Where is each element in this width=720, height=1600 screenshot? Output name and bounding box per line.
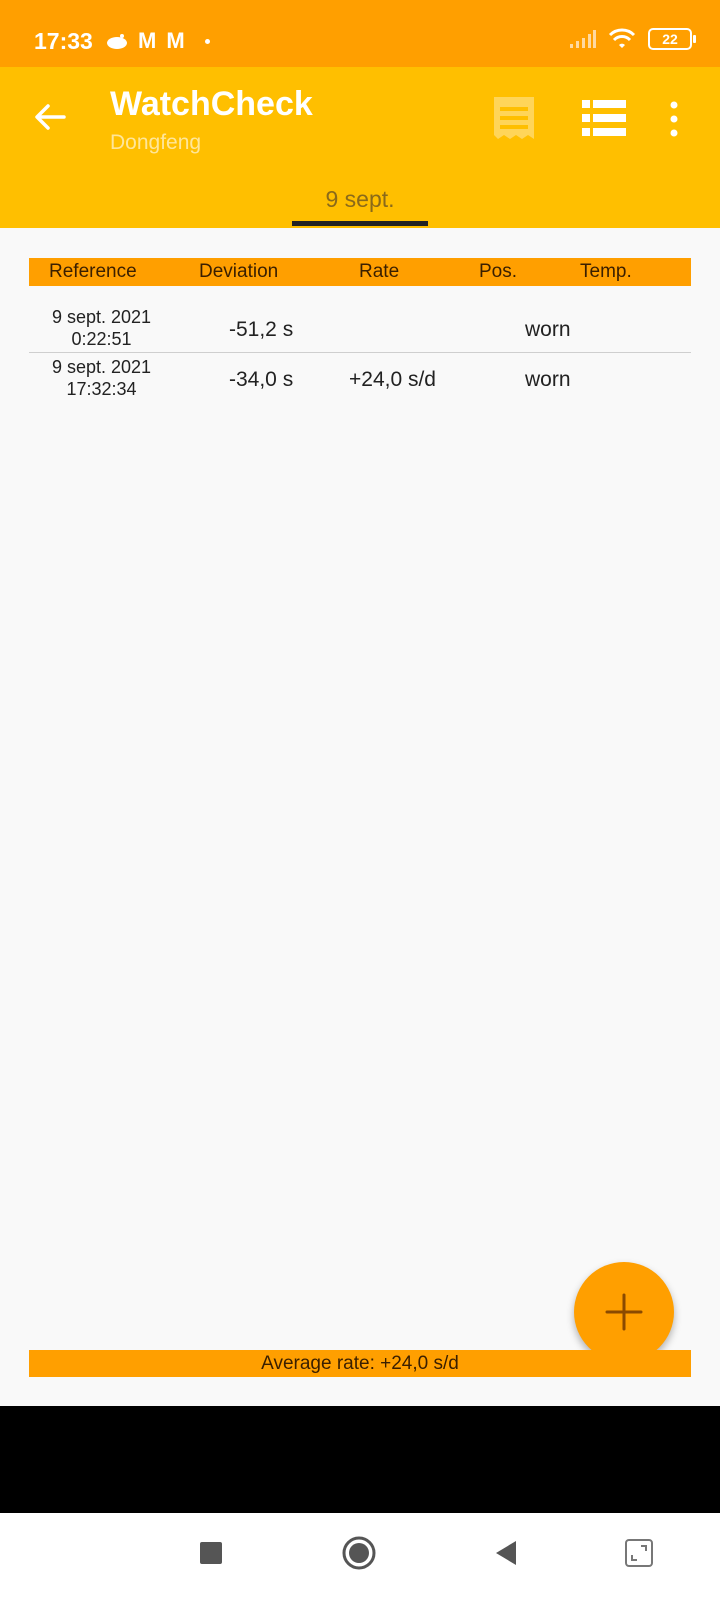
reference-cell: 9 sept. 2021 0:22:51 [29, 306, 174, 350]
receipt-icon[interactable] [490, 95, 538, 141]
reference-cell: 9 sept. 2021 17:32:34 [29, 356, 174, 400]
list-view-icon[interactable] [582, 100, 626, 136]
recents-icon[interactable] [191, 1533, 231, 1573]
header-deviation: Deviation [199, 261, 279, 282]
dot-icon [204, 38, 210, 44]
reference-time: 17:32:34 [66, 379, 137, 399]
back-arrow-icon[interactable] [30, 97, 70, 137]
table-row[interactable]: 9 sept. 2021 0:22:51 -51,2 s worn [29, 304, 691, 353]
reference-time: 0:22:51 [71, 329, 132, 349]
more-options-icon[interactable] [666, 99, 682, 139]
header-temperature: Temp. [580, 261, 632, 282]
battery-icon: 22 [648, 28, 696, 50]
table-row[interactable]: 9 sept. 2021 17:32:34 -34,0 s +24,0 s/d … [29, 354, 691, 402]
app-toolbar: WatchCheck Dongfeng [0, 67, 720, 170]
system-nav-bar [0, 1513, 720, 1600]
wifi-icon [608, 28, 636, 48]
status-right-icons: 22 [570, 28, 696, 50]
plus-icon [605, 1293, 643, 1331]
battery-level: 22 [662, 31, 678, 47]
gmail-icon: M [166, 28, 185, 53]
page-title: WatchCheck [110, 85, 313, 123]
header-position: Pos. [479, 261, 518, 282]
gmail-icon: M [138, 28, 157, 53]
tab-bar: 9 sept. [0, 170, 720, 228]
deviation-cell: -51,2 s [229, 318, 294, 341]
reference-date: 9 sept. 2021 [51, 357, 152, 377]
position-cell: worn [525, 318, 571, 341]
assistant-icon[interactable] [619, 1533, 659, 1573]
page-subtitle: Dongfeng [110, 131, 202, 154]
status-time: 17:33 [34, 28, 93, 54]
table-header: Reference Deviation Rate Pos. Temp. [29, 258, 691, 286]
reddit-icon [107, 34, 127, 49]
header-reference: Reference [49, 261, 137, 282]
tab-indicator [292, 221, 428, 226]
header-rate: Rate [359, 261, 400, 282]
tab-9-sept[interactable]: 9 sept. [292, 170, 428, 228]
add-measurement-button[interactable] [574, 1262, 674, 1362]
back-icon[interactable] [486, 1533, 526, 1573]
tab-label: 9 sept. [325, 186, 395, 212]
reference-date: 9 sept. 2021 [51, 307, 152, 327]
position-cell: worn [525, 368, 571, 391]
deviation-cell: -34,0 s [229, 368, 294, 391]
notification-icons: M M [106, 30, 210, 52]
signal-icon [570, 30, 596, 48]
home-icon[interactable] [339, 1533, 379, 1573]
average-rate-bar: Average rate: +24,0 s/d [29, 1350, 691, 1377]
rate-cell: +24,0 s/d [349, 368, 436, 391]
status-bar: 17:33 M M 22 [0, 0, 720, 67]
black-band [0, 1406, 720, 1513]
